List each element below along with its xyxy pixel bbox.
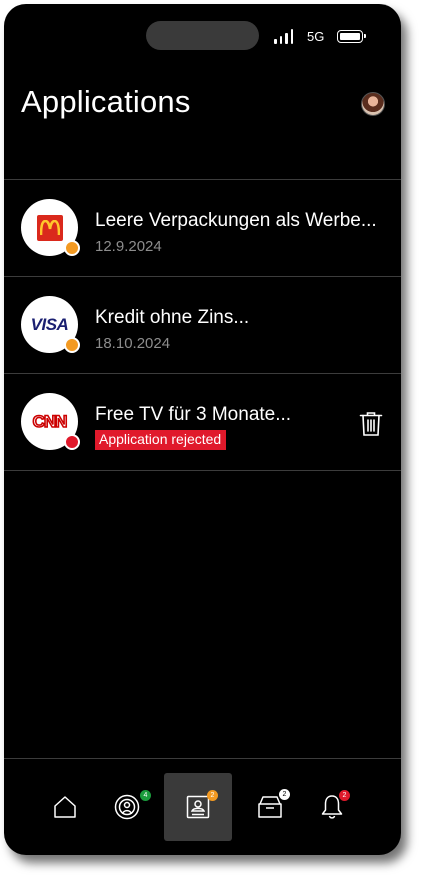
broadcast-icon (114, 794, 140, 820)
contact-card-icon (186, 795, 210, 819)
list-item[interactable]: CNN Free TV für 3 Monate... Application … (4, 374, 401, 471)
signal-icon (274, 28, 293, 44)
applications-list: Leere Verpackungen als Werbe... 12.9.202… (4, 179, 401, 471)
nav-home[interactable] (31, 773, 99, 841)
status-bar: 5G (274, 26, 367, 46)
application-date: 12.9.2024 (95, 238, 162, 255)
notification-badge: 2 (339, 790, 350, 801)
network-label: 5G (307, 28, 325, 44)
dynamic-island (146, 21, 259, 50)
nav-notifications[interactable]: 2 (298, 773, 366, 841)
status-dot (64, 337, 80, 353)
notification-badge: 4 (140, 790, 151, 801)
application-title: Leere Verpackungen als Werbe... (95, 210, 377, 231)
home-icon (54, 796, 76, 818)
status-dot (64, 240, 80, 256)
application-title: Free TV für 3 Monate... (95, 404, 292, 425)
list-item[interactable]: Leere Verpackungen als Werbe... 12.9.202… (4, 180, 401, 277)
nav-broadcast[interactable]: 4 (93, 773, 161, 841)
phone-screen: 5G Applications Leere Verpackungen als W… (4, 4, 401, 855)
nav-applications[interactable]: 2 (164, 773, 232, 841)
archive-box-icon (258, 796, 282, 818)
notification-badge: 2 (279, 789, 290, 800)
battery-icon (337, 29, 367, 43)
page-title: Applications (21, 84, 191, 119)
application-date: 18.10.2024 (95, 335, 171, 352)
avatar[interactable] (361, 92, 385, 116)
bottom-nav: 4 2 2 2 (4, 758, 401, 855)
list-item[interactable]: VISA Kredit ohne Zins... 18.10.2024 (4, 277, 401, 374)
notification-badge: 2 (207, 790, 218, 801)
nav-archive[interactable]: 2 (236, 773, 304, 841)
status-badge: Application rejected (95, 430, 227, 450)
trash-icon[interactable] (359, 411, 383, 437)
status-dot (64, 434, 80, 450)
application-title: Kredit ohne Zins... (95, 307, 250, 328)
